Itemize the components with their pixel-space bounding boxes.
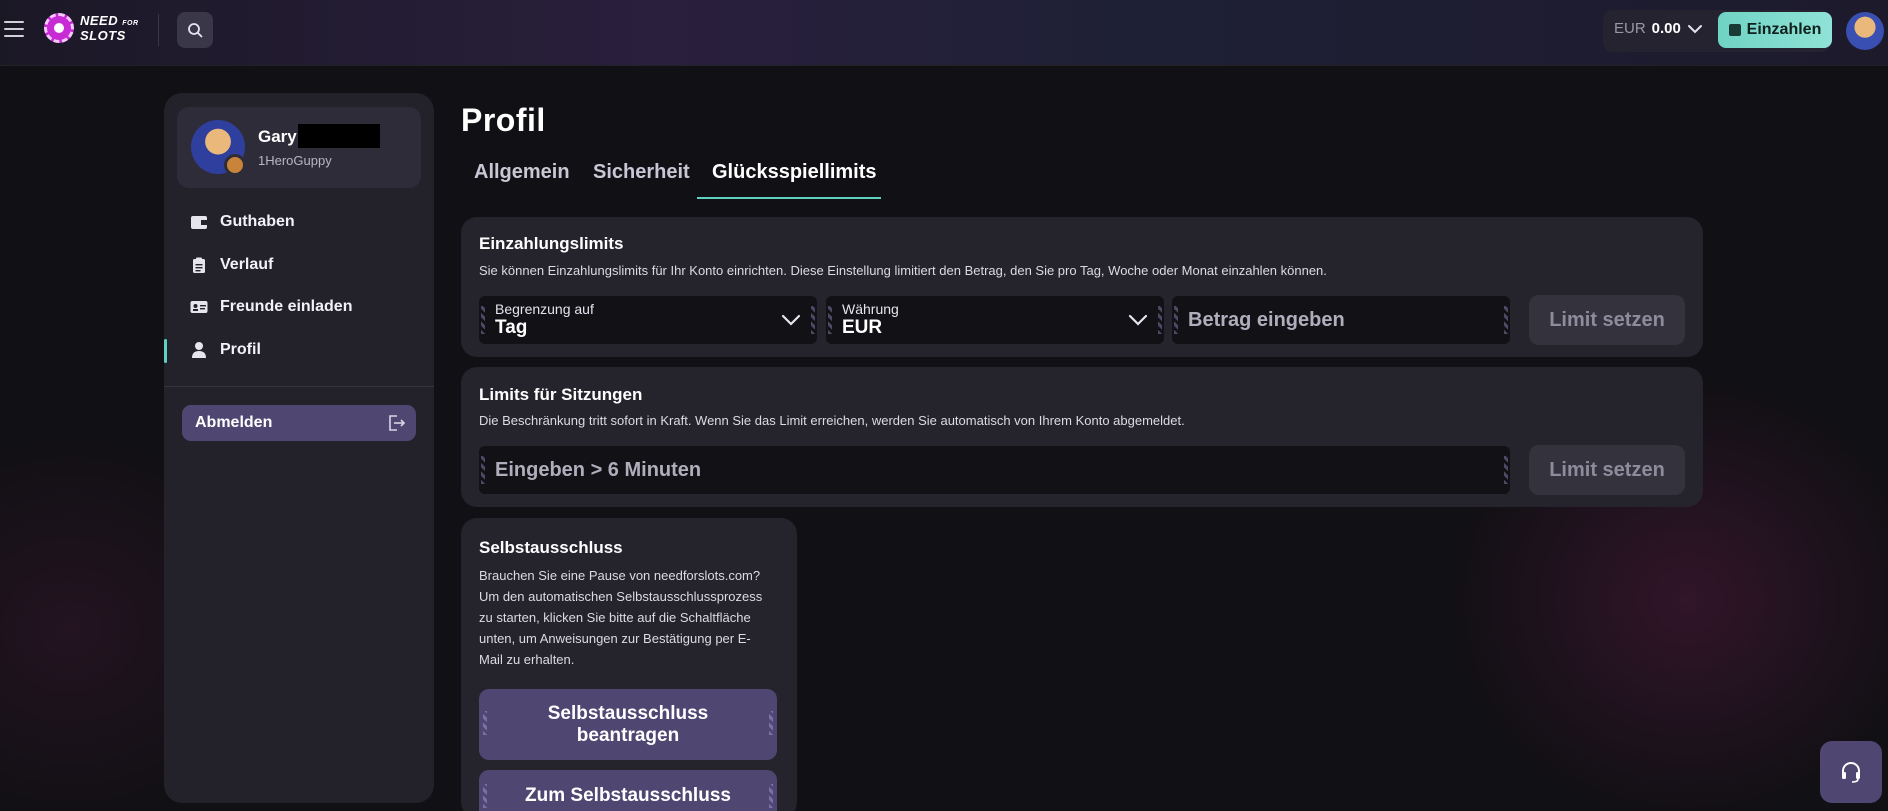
sidebar-item-label: Profil: [220, 341, 261, 358]
deposit-label: Einzahlen: [1746, 21, 1822, 38]
goto-label: Zum Selbstausschluss: [525, 785, 731, 806]
sidebar-divider: [164, 386, 434, 387]
header-avatar[interactable]: [1846, 12, 1884, 50]
id-card-icon: [190, 299, 208, 315]
deposit-limits-title: Einzahlungslimits: [479, 234, 624, 253]
sidebar-item-verlauf[interactable]: Verlauf: [190, 253, 273, 277]
self-exclusion-title: Selbstausschluss: [479, 538, 623, 557]
user-name: Gary: [258, 127, 297, 146]
session-minutes-input[interactable]: Eingeben > 6 Minuten: [479, 446, 1510, 494]
currency-label: Währung: [842, 301, 899, 317]
sidebar-item-guthaben[interactable]: Guthaben: [190, 210, 295, 234]
limit-period-select[interactable]: Begrenzung auf Tag: [479, 296, 817, 344]
desc-line: Brauchen Sie eine Pause von needforslots…: [479, 568, 761, 583]
amount-input[interactable]: Betrag eingeben: [1172, 296, 1510, 344]
wallet-icon: [1728, 24, 1741, 36]
currency-value: EUR: [842, 317, 883, 338]
session-limits-title: Limits für Sitzungen: [479, 385, 643, 404]
user-handle: 1HeroGuppy: [258, 153, 332, 168]
self-exclusion-description: Brauchen Sie eine Pause von needforslots…: [479, 565, 779, 670]
amount-placeholder: Betrag eingeben: [1188, 309, 1345, 331]
casino-chip-icon: [44, 13, 74, 43]
site-logo[interactable]: NEED FOR SLOTS: [44, 12, 139, 44]
set-deposit-limit-button[interactable]: Limit setzen: [1529, 295, 1685, 345]
goto-self-exclusion-button[interactable]: Zum Selbstausschluss: [479, 770, 777, 811]
user-icon: [190, 342, 208, 358]
redacted-surname: [298, 124, 380, 148]
balance-currency: EUR: [1614, 20, 1646, 37]
logout-label: Abmelden: [195, 414, 273, 431]
sidebar-item-freunde-einladen[interactable]: Freunde einladen: [190, 295, 352, 319]
logout-button[interactable]: Abmelden: [182, 405, 416, 441]
session-limits-description: Die Beschränkung tritt sofort in Kraft. …: [479, 413, 1185, 428]
wallet-icon: [190, 214, 208, 230]
balance-dropdown[interactable]: EUR 0.00: [1614, 20, 1703, 37]
support-chat-button[interactable]: [1820, 741, 1882, 803]
limit-period-label: Begrenzung auf: [495, 301, 594, 317]
chevron-down-icon: [781, 314, 801, 326]
currency-select[interactable]: Währung EUR: [826, 296, 1164, 344]
balance-amount: 0.00: [1651, 20, 1681, 37]
rank-badge-icon: [224, 154, 246, 176]
top-header: NEED FOR SLOTS EUR 0.00 Einzahlen: [0, 0, 1888, 66]
page-title: Profil: [461, 102, 546, 138]
tab-allgemein[interactable]: Allgemein: [474, 161, 570, 184]
sidebar-item-label: Verlauf: [220, 256, 274, 273]
active-indicator: [164, 339, 167, 363]
search-button[interactable]: [177, 12, 213, 48]
limit-period-value: Tag: [495, 317, 528, 338]
session-minutes-placeholder: Eingeben > 6 Minuten: [495, 459, 702, 481]
request-self-exclusion-button[interactable]: Selbstausschluss beantragen: [479, 689, 777, 760]
chevron-down-icon: [1128, 314, 1148, 326]
profile-sidebar: [164, 93, 434, 803]
desc-line: Um den automatischen Selbstausschlusspro…: [479, 589, 763, 604]
desc-line: zu starten, klicken Sie bitte auf die Sc…: [479, 610, 751, 625]
tab-sicherheit[interactable]: Sicherheit: [593, 161, 690, 184]
desc-line: unten, um Anweisungen zur Bestätigung pe…: [479, 631, 751, 646]
logout-icon: [389, 415, 406, 431]
logo-for: FOR: [122, 19, 139, 27]
sidebar-item-label: Guthaben: [220, 213, 295, 230]
active-tab-underline: [697, 197, 881, 199]
chevron-down-icon: [1687, 24, 1702, 33]
desc-line: Mail zu erhalten.: [479, 652, 575, 667]
set-session-limit-button[interactable]: Limit setzen: [1529, 445, 1685, 495]
headset-icon: [1842, 762, 1860, 783]
header-divider: [158, 14, 159, 46]
search-icon: [188, 23, 203, 38]
logo-line1: NEED: [80, 12, 119, 28]
request-line1: Selbstausschluss: [547, 702, 709, 724]
deposit-limits-description: Sie können Einzahlungslimits für Ihr Kon…: [479, 263, 1327, 278]
menu-icon[interactable]: [4, 21, 24, 37]
sidebar-item-label: Freunde einladen: [220, 298, 353, 315]
clipboard-icon: [190, 257, 208, 273]
tab-gluecksspiellimits[interactable]: Glücksspiellimits: [712, 161, 877, 184]
request-line2: beantragen: [576, 724, 680, 746]
sidebar-item-profil[interactable]: Profil: [190, 338, 261, 362]
logo-line2: SLOTS: [80, 27, 126, 43]
deposit-button[interactable]: Einzahlen: [1718, 12, 1832, 48]
